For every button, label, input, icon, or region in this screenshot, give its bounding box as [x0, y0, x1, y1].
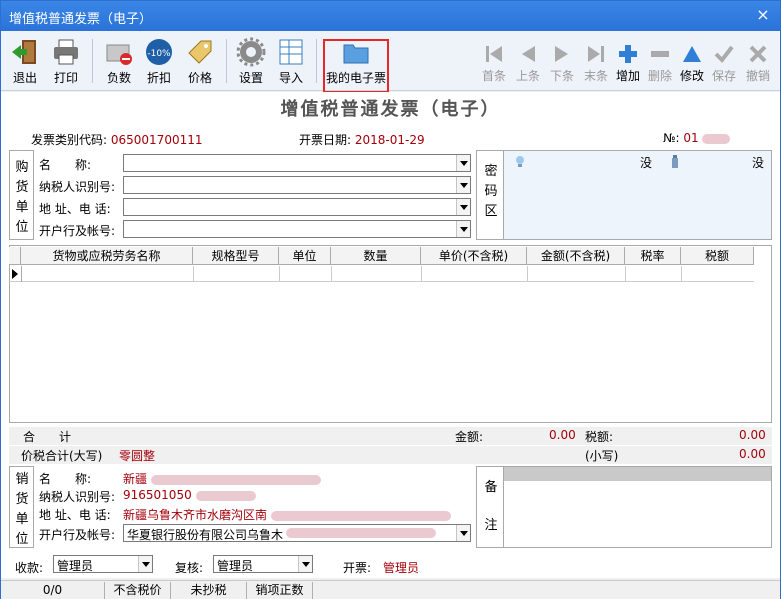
remark-label: 备注	[484, 480, 498, 533]
negative-folder-icon	[106, 44, 132, 65]
chevron-down-icon[interactable]	[138, 556, 152, 572]
toolbar-divider	[92, 39, 93, 83]
next-icon	[555, 46, 568, 62]
seller-bank-select[interactable]: 华夏银行股份有限公司乌鲁木	[123, 524, 471, 542]
chevron-down-icon[interactable]	[298, 556, 312, 572]
plus-icon	[619, 45, 637, 63]
last-record-button[interactable]: 末条	[581, 35, 611, 89]
price-button[interactable]: 价格	[181, 35, 219, 89]
prev-icon	[522, 46, 535, 62]
window-title: 增值税普通发票（电子）	[9, 12, 153, 27]
minus-icon	[651, 51, 669, 57]
add-button[interactable]: 增加	[613, 35, 643, 89]
check-icon	[714, 45, 734, 64]
chevron-down-icon[interactable]	[456, 199, 470, 215]
table-row[interactable]	[9, 266, 754, 282]
buyer-label: 购货单位	[15, 160, 29, 235]
modify-button[interactable]: 修改	[677, 35, 707, 89]
status-bar: 0/0 不含税价 未抄税 销项正数	[1, 580, 780, 599]
first-record-button[interactable]: 首条	[479, 35, 509, 89]
redacted-mark	[286, 528, 436, 538]
discount-badge: -10%	[147, 49, 171, 59]
highlight-box	[323, 39, 389, 93]
toolbar-divider	[316, 39, 317, 83]
status-sale: 销项正数	[247, 582, 313, 599]
negative-button[interactable]: 负数	[101, 35, 137, 89]
redacted-mark	[702, 133, 731, 144]
buyer-tax-id-input[interactable]	[123, 176, 471, 194]
title-bar: 增值税普通发票（电子） ×	[1, 1, 780, 31]
seller-name: 新疆	[123, 470, 321, 487]
prev-record-button[interactable]: 上条	[513, 35, 543, 89]
last-icon	[588, 46, 604, 62]
bottle-icon	[672, 155, 678, 168]
triangle-icon	[683, 46, 701, 62]
settings-button[interactable]: 设置	[233, 35, 269, 89]
status-price-mode: 不含税价	[105, 582, 171, 599]
remark-textarea[interactable]	[503, 466, 772, 548]
price-tag-icon	[188, 40, 212, 64]
import-button[interactable]: 导入	[273, 35, 309, 89]
status-copy: 未抄税	[171, 582, 247, 599]
undo-button[interactable]: 撤销	[741, 35, 775, 89]
issuer-name: 管理员	[383, 561, 420, 575]
save-button[interactable]: 保存	[709, 35, 739, 89]
lightbulb-icon	[516, 156, 524, 167]
cipher-area: 没 没	[503, 150, 772, 240]
buyer-name-input[interactable]	[123, 154, 471, 172]
invoice-heading: 增值税普通发票（电子）	[280, 99, 501, 120]
type-code: 发票类别代码: 065001700111	[31, 133, 203, 147]
print-button[interactable]: 打印	[47, 35, 85, 89]
exit-button[interactable]: 退出	[7, 35, 43, 89]
chevron-down-icon[interactable]	[456, 177, 470, 193]
chevron-down-icon[interactable]	[456, 155, 470, 171]
invoice-window: 增值税普通发票（电子） × 退出 打印 负数 -10% 折扣 价格 设置 导入 …	[0, 0, 781, 599]
cross-icon	[749, 45, 767, 63]
buyer-bank-input[interactable]	[123, 220, 471, 238]
items-table-header: 货物或应税劳务名称 规格型号 单位 数量 单价(不含税) 金额(不含税) 税率 …	[9, 247, 754, 265]
issue-date: 开票日期: 2018-01-29	[299, 133, 425, 147]
buyer-address-input[interactable]	[123, 198, 471, 216]
delete-button[interactable]: 删除	[645, 35, 675, 89]
cipher-label: 密码区	[484, 164, 498, 219]
seller-tax-id: 916501050	[123, 488, 256, 502]
discount-icon: -10%	[146, 39, 172, 65]
row-pointer-icon	[12, 269, 18, 279]
next-record-button[interactable]: 下条	[547, 35, 577, 89]
receiver-select[interactable]: 管理员	[53, 555, 153, 573]
grand-total-row: 价税合计(大写) 零圆整 (小写) 0.00	[9, 446, 772, 464]
printer-icon	[54, 39, 78, 65]
discount-button[interactable]: -10% 折扣	[141, 35, 177, 89]
first-icon	[486, 46, 502, 62]
exit-icon	[12, 40, 36, 64]
invoice-number: №: 01	[663, 131, 731, 145]
reviewer-select[interactable]: 管理员	[213, 555, 313, 573]
seller-label: 销货单位	[15, 472, 29, 547]
seller-address: 新疆乌鲁木齐市水磨沟区南	[123, 506, 451, 523]
gear-icon	[236, 37, 266, 67]
toolbar-divider	[226, 39, 227, 83]
import-table-icon	[279, 39, 303, 65]
status-page: 0/0	[1, 582, 105, 599]
invoice-form: 增值税普通发票（电子） 发票类别代码: 065001700111 开票日期: 2…	[1, 92, 780, 578]
close-button[interactable]: ×	[752, 5, 774, 25]
chevron-down-icon[interactable]	[456, 221, 470, 237]
chevron-down-icon[interactable]	[456, 525, 470, 541]
toolbar: 退出 打印 负数 -10% 折扣 价格 设置 导入 我的电子票 首条 上条 下条…	[1, 31, 780, 91]
totals-row: 合 计 金额: 0.00 税额: 0.00	[9, 427, 772, 445]
